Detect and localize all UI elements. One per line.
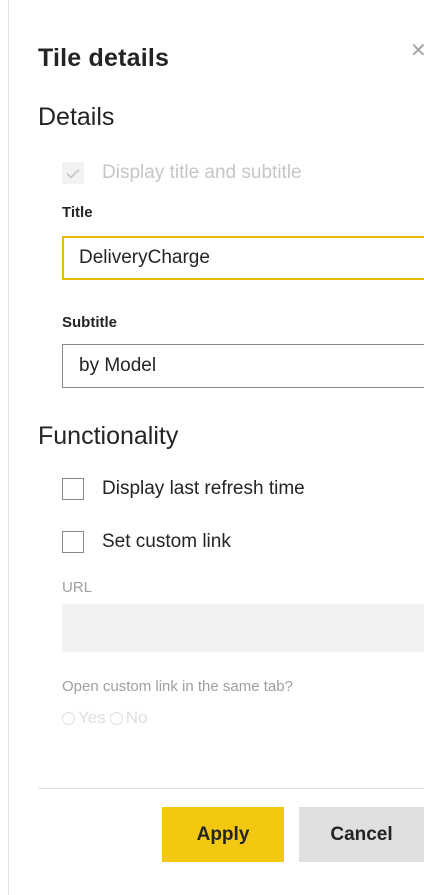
panel-left-border: [8, 0, 9, 895]
radio-yes-icon[interactable]: [62, 711, 75, 725]
functionality-heading: Functionality: [38, 422, 179, 450]
custom-link-checkbox[interactable]: [62, 531, 84, 553]
checkmark-icon: [66, 168, 80, 179]
footer-divider: [38, 788, 424, 789]
close-icon[interactable]: ✕: [410, 38, 424, 63]
display-refresh-option[interactable]: Display last refresh time: [62, 478, 305, 500]
details-heading: Details: [38, 103, 115, 131]
radio-yes-label: Yes: [78, 708, 106, 727]
custom-link-label: Set custom link: [102, 531, 231, 552]
same-tab-question: Open custom link in the same tab?: [62, 678, 293, 695]
url-field-label: URL: [62, 579, 93, 596]
radio-no-label: No: [125, 708, 148, 727]
title-field-label: Title: [62, 204, 93, 221]
custom-link-option[interactable]: Set custom link: [62, 531, 231, 553]
same-tab-radio-group[interactable]: Yes No: [62, 708, 151, 728]
cancel-button[interactable]: Cancel: [299, 807, 424, 862]
url-input[interactable]: [62, 604, 424, 652]
apply-button[interactable]: Apply: [162, 807, 284, 862]
display-title-subtitle-label: Display title and subtitle: [102, 162, 302, 183]
title-input[interactable]: [62, 236, 424, 280]
tile-details-panel: Tile details ✕ Details Display title and…: [0, 0, 424, 895]
display-refresh-label: Display last refresh time: [102, 478, 305, 499]
display-title-subtitle-option[interactable]: Display title and subtitle: [62, 162, 302, 184]
display-title-subtitle-checkbox[interactable]: [62, 162, 84, 184]
display-refresh-checkbox[interactable]: [62, 478, 84, 500]
panel-title: Tile details: [38, 44, 170, 72]
subtitle-input[interactable]: [62, 344, 424, 388]
radio-no-icon[interactable]: [109, 711, 123, 725]
subtitle-field-label: Subtitle: [62, 314, 117, 331]
